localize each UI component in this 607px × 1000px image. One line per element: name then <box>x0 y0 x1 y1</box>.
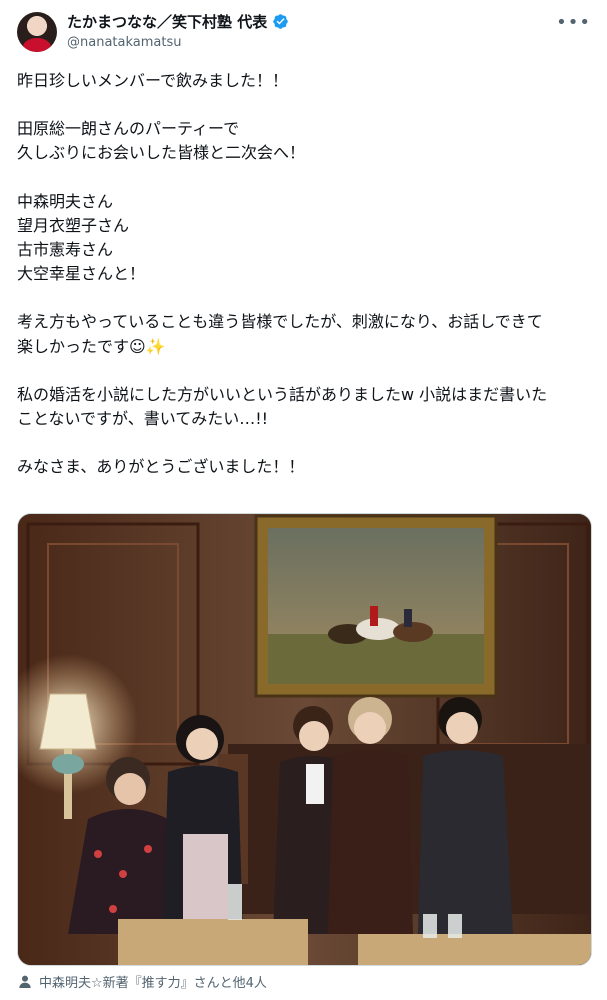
author-handle[interactable]: @nanatakamatsu <box>67 35 181 50</box>
post-line: 田原総一朗さんのパーティーで <box>17 119 240 139</box>
post-line: みなさま、ありがとうございました！！ <box>17 457 305 477</box>
post-text: 昨日珍しいメンバーで飲みました！！ 田原総一朗さんのパーティーで 久しぶりにお会… <box>17 69 592 479</box>
group-photo-image <box>18 514 591 965</box>
post-line: 楽しかったです☺✨ <box>17 336 166 356</box>
post-photo[interactable] <box>17 513 592 966</box>
post-line: 中森明夫さん <box>17 191 114 211</box>
avatar[interactable] <box>17 12 57 52</box>
post-line: 昨日珍しいメンバーで飲みました！！ <box>17 71 289 90</box>
post-header: たかまつなな／笑下村塾 代表 @nanatakamatsu ••• <box>0 0 607 60</box>
tagged-users-label[interactable]: 中森明夫☆新著『推す力』さんと他4人 <box>39 972 267 991</box>
author-name-row[interactable]: たかまつなな／笑下村塾 代表 <box>67 11 289 32</box>
person-icon <box>19 975 31 988</box>
post-line: 望月衣塑子さん <box>17 215 130 235</box>
tagged-users[interactable]: 中森明夫☆新著『推す力』さんと他4人 <box>17 972 267 991</box>
verified-badge-icon <box>273 14 288 29</box>
post-line: 私の婚活を小説にした方がいいという話がありましたw 小説はまだ書いた <box>17 384 548 404</box>
post-line: ことないですが、書いてみたい…!! <box>17 409 269 429</box>
more-icon[interactable]: ••• <box>556 12 591 33</box>
post-line: 考え方もやっていることも違う皆様でしたが、刺激になり、お話しできて <box>17 312 543 332</box>
post-line: 久しぶりにお会いした皆様と二次会へ！ <box>17 143 306 163</box>
author-display-name[interactable]: たかまつなな／笑下村塾 代表 <box>67 11 267 32</box>
post-line: 大空幸星さんと！ <box>17 264 146 284</box>
post-line: 古市憲寿さん <box>17 240 114 260</box>
